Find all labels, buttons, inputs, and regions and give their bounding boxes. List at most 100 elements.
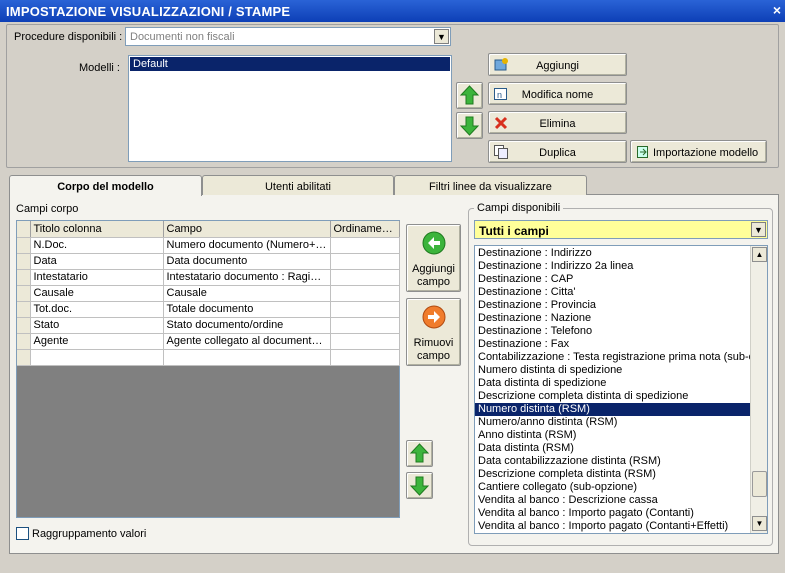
filter-select[interactable]: Tutti i campi ▼ (474, 220, 768, 239)
table-cell[interactable] (330, 317, 400, 334)
field-list-item[interactable]: Data distinta di spedizione (475, 377, 751, 390)
scroll-thumb[interactable] (752, 471, 767, 497)
field-move-down-button[interactable] (406, 472, 433, 499)
field-list-item[interactable]: Destinazione : Citta' (475, 286, 751, 299)
row-header[interactable] (17, 317, 31, 334)
tab-filtri-linee[interactable]: Filtri linee da visualizzare (394, 175, 587, 195)
table-cell[interactable] (330, 237, 400, 254)
table-cell[interactable] (330, 301, 400, 318)
scroll-up-icon[interactable]: ▲ (752, 247, 767, 262)
field-list-item[interactable]: Descrizione completa distinta (RSM) (475, 468, 751, 481)
arrow-down-icon (409, 476, 430, 496)
elimina-button[interactable]: Elimina (488, 111, 627, 134)
table-row[interactable]: Agente Agente collegato al documento… (17, 333, 400, 350)
tab-utenti-abilitati[interactable]: Utenti abilitati (202, 175, 394, 195)
campi-disponibili-label: Campi disponibili (474, 202, 564, 214)
row-header[interactable] (17, 269, 31, 286)
table-cell[interactable]: Data documento (163, 253, 331, 270)
field-list-item[interactable]: Descrizione completa distinta di spedizi… (475, 390, 751, 403)
table-row[interactable]: Intestatario Intestatario documento : Rag… (17, 269, 400, 286)
field-list-item[interactable]: Numero distinta di spedizione (475, 364, 751, 377)
field-list-item[interactable]: Destinazione : Telefono (475, 325, 751, 338)
modelli-list[interactable]: Default (128, 55, 452, 162)
table-cell[interactable]: Intestatario documento : Ragi… (163, 269, 331, 286)
table-cell[interactable]: Tot.doc. (30, 301, 164, 318)
window-title: IMPOSTAZIONE VISUALIZZAZIONI / STAMPE (0, 0, 785, 22)
table-cell[interactable]: Numero documento (Numero+… (163, 237, 331, 254)
field-list-item[interactable]: Vendita al banco : Importo pagato (Conta… (475, 520, 751, 533)
field-list-item[interactable]: Numero/anno distinta (RSM) (475, 416, 751, 429)
table-cell[interactable]: Stato (30, 317, 164, 334)
field-list-item[interactable]: Vendita al banco : Importo pagato (Conta… (475, 507, 751, 520)
close-icon[interactable]: × (773, 2, 781, 18)
table-row[interactable]: N.Doc. Numero documento (Numero+… (17, 237, 400, 254)
row-header[interactable] (17, 301, 31, 318)
field-list-item[interactable]: Destinazione : Fax (475, 338, 751, 351)
field-list-item[interactable]: Data distinta (RSM) (475, 442, 751, 455)
raggruppamento-label: Raggruppamento valori (32, 528, 147, 540)
column-header[interactable]: Ordiname… (330, 221, 400, 238)
raggruppamento-checkbox[interactable] (16, 527, 29, 540)
field-list-item[interactable]: Destinazione : Indirizzo (475, 247, 751, 260)
rimuovi-campo-button[interactable]: Rimuovi campo (406, 298, 461, 366)
aggiungi-button[interactable]: Aggiungi (488, 53, 627, 76)
row-header[interactable] (17, 333, 31, 350)
field-list-item[interactable]: Destinazione : Nazione (475, 312, 751, 325)
duplica-button[interactable]: Duplica (488, 140, 627, 163)
table-cell[interactable]: Causale (30, 285, 164, 302)
campi-disponibili-list[interactable]: Destinazione : Indirizzo Destinazione : I… (474, 245, 768, 534)
modifica-label: Modifica nome (521, 89, 594, 101)
tab-corpo-modello[interactable]: Corpo del modello (9, 175, 202, 196)
table-cell[interactable] (330, 253, 400, 270)
row-header[interactable] (17, 237, 31, 254)
column-header[interactable]: Campo (163, 221, 331, 238)
row-header[interactable] (17, 285, 31, 302)
field-list-item[interactable]: Data contabilizzazione distinta (RSM) (475, 455, 751, 468)
field-list-item[interactable]: Anno distinta (RSM) (475, 429, 751, 442)
table-cell[interactable]: Stato documento/ordine (163, 317, 331, 334)
table-row[interactable]: Tot.doc. Totale documento (17, 301, 400, 318)
table-cell[interactable] (330, 349, 400, 366)
table-cell[interactable] (30, 349, 164, 366)
modifica-nome-button[interactable]: n Modifica nome (488, 82, 627, 105)
table-cell[interactable]: Data (30, 253, 164, 270)
aggiungi-campo-button[interactable]: Aggiungi campo (406, 224, 461, 292)
chevron-down-icon[interactable]: ▼ (751, 222, 766, 237)
row-header[interactable] (17, 253, 31, 270)
table-cell[interactable] (163, 349, 331, 366)
move-up-button[interactable] (456, 82, 483, 109)
field-list-item[interactable]: Numero distinta (RSM) (475, 403, 751, 416)
table-cell[interactable]: Causale (163, 285, 331, 302)
field-move-up-button[interactable] (406, 440, 433, 467)
table-cell[interactable]: N.Doc. (30, 237, 164, 254)
table-cell[interactable]: Totale documento (163, 301, 331, 318)
field-list-item[interactable]: Destinazione : Indirizzo 2a linea (475, 260, 751, 273)
table-cell[interactable]: Agente (30, 333, 164, 350)
table-row[interactable] (17, 349, 400, 366)
table-cell[interactable] (330, 269, 400, 286)
table-cell[interactable]: Agente collegato al documento… (163, 333, 331, 350)
procedure-select[interactable]: Documenti non fiscali ▼ (125, 27, 451, 46)
campi-corpo-grid[interactable]: Titolo colonna Campo Ordiname… N.Doc. Num… (16, 220, 400, 518)
table-cell[interactable] (330, 333, 400, 350)
table-row[interactable]: Causale Causale (17, 285, 400, 302)
table-row[interactable]: Data Data documento (17, 253, 400, 270)
table-row[interactable]: Stato Stato documento/ordine (17, 317, 400, 334)
field-list-item[interactable]: Destinazione : Provincia (475, 299, 751, 312)
column-header[interactable]: Titolo colonna (30, 221, 164, 238)
chevron-down-icon[interactable]: ▼ (434, 29, 449, 44)
table-cell[interactable]: Intestatario (30, 269, 164, 286)
field-list-item[interactable]: Contabilizzazione : Testa registrazione … (475, 351, 751, 364)
duplica-label: Duplica (539, 147, 576, 159)
field-list-item[interactable]: Destinazione : CAP (475, 273, 751, 286)
table-cell[interactable] (330, 285, 400, 302)
move-down-button[interactable] (456, 112, 483, 139)
field-list-item[interactable]: Cantiere collegato (sub-opzione) (475, 481, 751, 494)
scroll-down-icon[interactable]: ▼ (752, 516, 767, 531)
row-header[interactable] (17, 349, 31, 366)
importazione-button[interactable]: Importazione modello (630, 140, 767, 163)
field-list-item[interactable]: Vendita al banco : Descrizione cassa (475, 494, 751, 507)
modello-item[interactable]: Default (130, 57, 450, 71)
importazione-label: Importazione modello (653, 147, 759, 159)
scrollbar[interactable]: ▲ ▼ (750, 246, 767, 533)
